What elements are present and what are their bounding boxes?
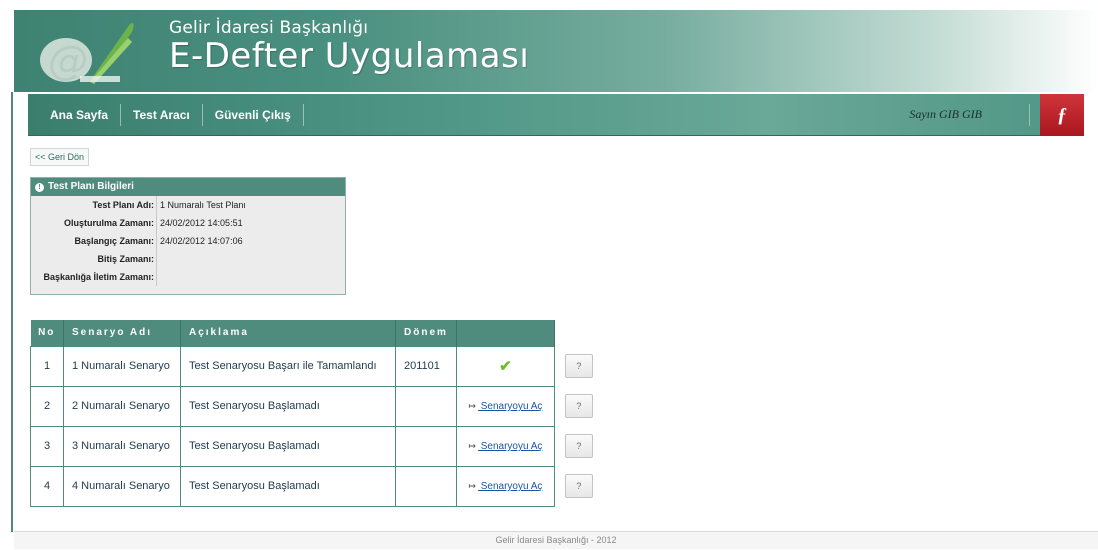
user-greeting: Sayın GIB GIB — [909, 107, 982, 121]
cell-no: 2 — [30, 385, 64, 427]
cell-name: 1 Numaralı Senaryo — [63, 345, 181, 387]
app-title: E-Defter Uygulaması — [169, 36, 530, 76]
info-label: Başkanlığa İletim Zamanı: — [31, 268, 157, 286]
org-name: Gelir İdaresi Başkanlığı — [169, 18, 369, 38]
cell-help: ? — [554, 346, 600, 386]
back-link[interactable]: << Geri Dön — [30, 148, 90, 166]
open-scenario-link[interactable]: Senaryoyu Aç — [478, 441, 543, 452]
info-value: 24/02/2012 14:05:51 — [160, 218, 243, 228]
scenario-table: No Senaryo Adı Açıklama Dönem 1 1 Numara… — [30, 320, 601, 507]
cell-name: 3 Numaralı Senaryo — [63, 425, 181, 467]
main-nav: Ana Sayfa Test Aracı Güvenli Çıkış Sayın… — [28, 94, 1084, 136]
open-icon: ↦ — [468, 481, 476, 491]
cell-name: 4 Numaralı Senaryo — [63, 465, 181, 507]
nav-item-test-tool[interactable]: Test Aracı — [121, 104, 203, 126]
page-footer: Gelir İdaresi Başkanlığı - 2012 — [14, 531, 1098, 549]
help-button[interactable]: ? — [564, 474, 593, 498]
table-row: 4 4 Numaralı Senaryo Test Senaryosu Başl… — [30, 465, 601, 507]
cell-help: ? — [554, 426, 600, 466]
table-row: 2 2 Numaralı Senaryo Test Senaryosu Başl… — [30, 385, 601, 427]
cell-no: 4 — [30, 465, 64, 507]
cell-donem — [395, 385, 457, 427]
check-icon: ✔ — [499, 358, 512, 375]
gib-logo: @ — [40, 23, 134, 84]
col-header-donem: Dönem — [395, 320, 457, 346]
info-label: Başlangıç Zamanı: — [31, 232, 157, 250]
cell-desc: Test Senaryosu Başlamadı — [180, 465, 396, 507]
info-row: Bitiş Zamanı: — [31, 250, 345, 268]
info-row: Oluşturulma Zamanı: 24/02/2012 14:05:51 — [31, 214, 345, 232]
table-row: 3 3 Numaralı Senaryo Test Senaryosu Başl… — [30, 425, 601, 467]
open-scenario-link[interactable]: Senaryoyu Aç — [478, 401, 543, 412]
info-icon: ! — [35, 182, 44, 192]
cell-desc: Test Senaryosu Başarı ile Tamamlandı — [180, 345, 396, 387]
table-header-row: No Senaryo Adı Açıklama Dönem — [30, 320, 601, 346]
cell-status: ✔ — [455, 345, 555, 387]
cell-help: ? — [554, 386, 600, 426]
info-label: Oluşturulma Zamanı: — [31, 214, 157, 232]
nav-divider — [1029, 104, 1030, 126]
table-row: 1 1 Numaralı Senaryo Test Senaryosu Başa… — [30, 345, 601, 387]
info-row: Başkanlığa İletim Zamanı: — [31, 268, 345, 286]
nav-menu: Ana Sayfa Test Aracı Güvenli Çıkış — [38, 94, 304, 136]
info-value: 1 Numaralı Test Planı — [160, 200, 246, 210]
col-header-name: Senaryo Adı — [63, 320, 181, 346]
cell-no: 3 — [30, 425, 64, 467]
info-row: Başlangıç Zamanı: 24/02/2012 14:07:06 — [31, 232, 345, 250]
col-header-no: No — [30, 320, 64, 346]
cell-donem: 201101 — [395, 345, 457, 387]
info-panel-title: Test Planı Bilgileri — [48, 181, 134, 192]
exit-icon[interactable]: ƒ — [1040, 94, 1084, 136]
cell-action: ↦ Senaryoyu Aç — [455, 425, 555, 467]
info-panel-header: ! Test Planı Bilgileri — [31, 178, 345, 196]
cell-action: ↦ Senaryoyu Aç — [455, 465, 555, 507]
cell-help: ? — [554, 466, 600, 506]
cell-desc: Test Senaryosu Başlamadı — [180, 425, 396, 467]
col-header-action — [456, 320, 555, 346]
test-plan-info-panel: ! Test Planı Bilgileri Test Planı Adı: 1… — [30, 177, 346, 295]
open-scenario-link[interactable]: Senaryoyu Aç — [478, 481, 543, 492]
cell-donem — [395, 465, 457, 507]
help-button[interactable]: ? — [564, 354, 593, 378]
app-header: @ Gelir İdaresi Başkanlığı E-Defter Uygu… — [14, 10, 1098, 92]
nav-item-logout[interactable]: Güvenli Çıkış — [203, 104, 304, 126]
open-icon: ↦ — [468, 401, 476, 411]
open-icon: ↦ — [468, 441, 476, 451]
info-label: Bitiş Zamanı: — [31, 250, 157, 268]
cell-name: 2 Numaralı Senaryo — [63, 385, 181, 427]
info-row: Test Planı Adı: 1 Numaralı Test Planı — [31, 196, 345, 214]
col-header-desc: Açıklama — [180, 320, 396, 346]
page-left-border — [11, 92, 13, 532]
cell-action: ↦ Senaryoyu Aç — [455, 385, 555, 427]
info-label: Test Planı Adı: — [31, 196, 157, 214]
nav-item-home[interactable]: Ana Sayfa — [38, 104, 122, 126]
cell-donem — [395, 425, 457, 467]
cell-no: 1 — [30, 345, 64, 387]
info-value: 24/02/2012 14:07:06 — [160, 236, 243, 246]
cell-desc: Test Senaryosu Başlamadı — [180, 385, 396, 427]
help-button[interactable]: ? — [564, 434, 593, 458]
help-button[interactable]: ? — [564, 394, 593, 418]
